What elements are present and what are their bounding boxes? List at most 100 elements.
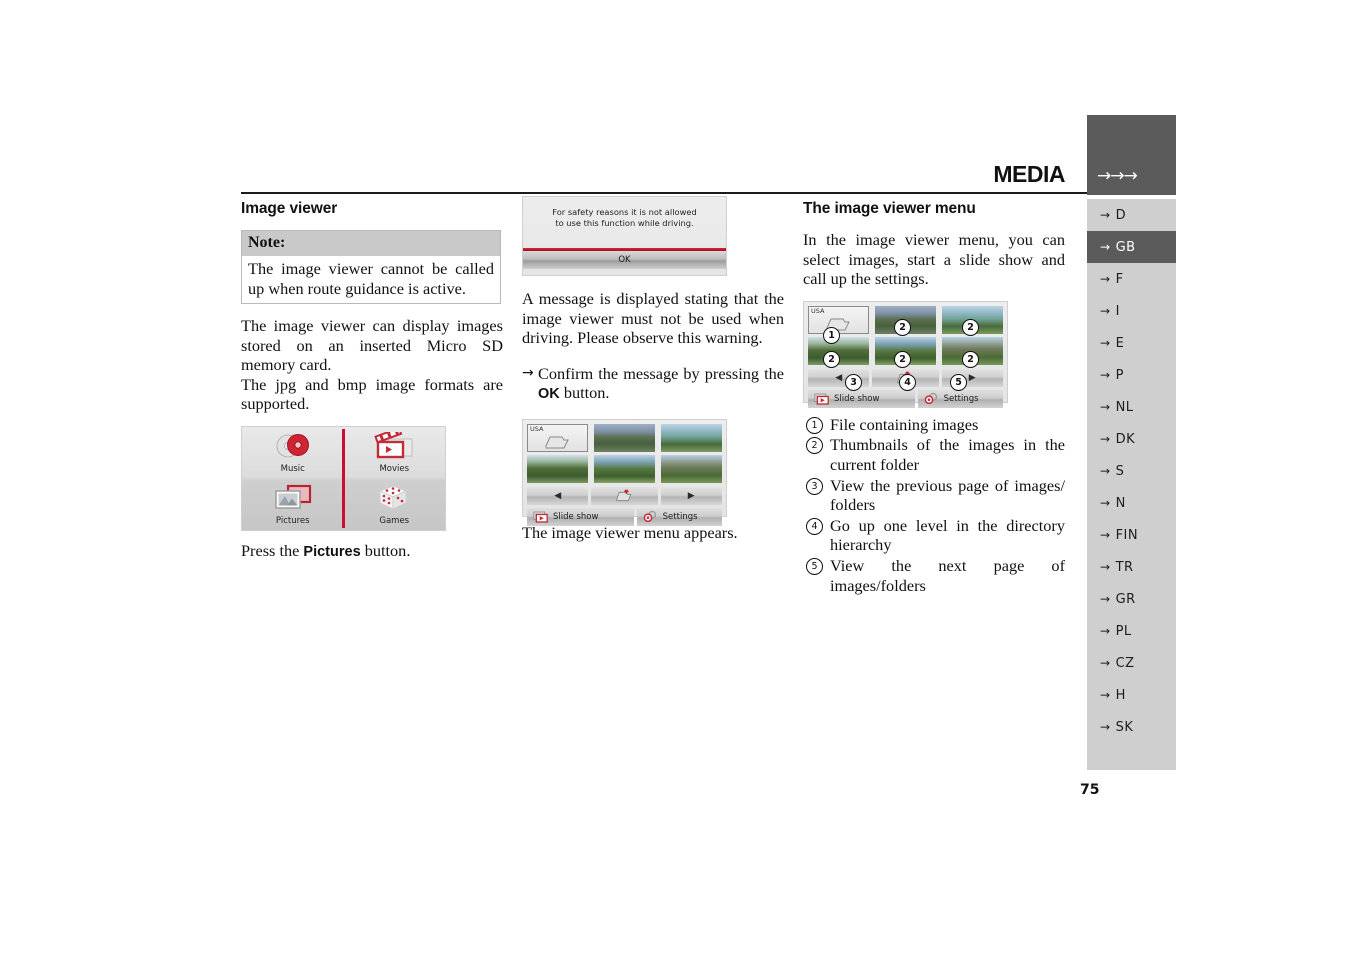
- thumbnail-image[interactable]: [661, 423, 722, 452]
- media-tile-movies[interactable]: Movies: [344, 427, 446, 479]
- sidebar-item-label: H: [1115, 688, 1126, 703]
- media-tile-pictures[interactable]: Pictures: [242, 478, 344, 530]
- callout-badge-4: 4: [899, 373, 916, 391]
- sidebar-item-s[interactable]: → S: [1087, 455, 1176, 487]
- settings-button[interactable]: Settings: [636, 507, 722, 526]
- sidebar-item-n[interactable]: → N: [1087, 487, 1176, 519]
- sidebar-item-nl[interactable]: → NL: [1087, 391, 1176, 423]
- slide-show-button[interactable]: Slide show: [527, 507, 634, 526]
- note-box: Note: The image viewer cannot be called …: [241, 230, 501, 304]
- sidebar-item-label: GB: [1115, 240, 1136, 255]
- thumbnail-image[interactable]: [527, 454, 588, 483]
- slide-show-label: Slide show: [834, 393, 880, 404]
- arrow-icon: →: [1100, 240, 1111, 254]
- sidebar-item-f[interactable]: → F: [1087, 263, 1176, 295]
- sidebar-item-label: D: [1115, 208, 1127, 223]
- manual-page: MEDIA →→→ → D → GB → F → I → E → P → NL → DK → S …: [0, 0, 1351, 954]
- viewer-nav-row: ◀ ▶: [527, 486, 722, 505]
- folder-tile-usa[interactable]: USA: [527, 423, 588, 452]
- callout-badge-2c: 2: [823, 350, 840, 368]
- triple-arrow-icon: →→→: [1097, 166, 1138, 186]
- legend-item: 1 File containing images: [803, 415, 1065, 435]
- slide-show-label: Slide show: [553, 511, 599, 522]
- page-number: 75: [1080, 782, 1100, 798]
- arrow-icon: →: [1100, 656, 1111, 670]
- settings-label: Settings: [662, 511, 698, 522]
- cd-discs-icon: [242, 427, 344, 465]
- sidebar-item-tr[interactable]: → TR: [1087, 551, 1176, 583]
- settings-button[interactable]: Settings: [917, 389, 1003, 408]
- arrow-icon: →: [1100, 720, 1111, 734]
- sidebar-item-label: PL: [1115, 624, 1132, 639]
- sidebar-item-label: P: [1115, 368, 1124, 383]
- sidebar-item-label: N: [1115, 496, 1126, 511]
- paragraph-press-pictures: Press the Pictures button.: [241, 541, 503, 563]
- callout-badge-2a: 2: [894, 318, 911, 336]
- media-tile-label: Games: [379, 515, 410, 526]
- column-middle: For safety reasons it is not allowed to …: [522, 196, 784, 559]
- language-sidebar: → D → GB → F → I → E → P → NL → DK → S → N → FIN → T…: [1087, 199, 1176, 770]
- media-tile-music[interactable]: Music: [242, 427, 344, 479]
- sidebar-item-gr[interactable]: → GR: [1087, 583, 1176, 615]
- thumbnail-image[interactable]: [594, 454, 655, 483]
- arrow-icon: →: [1100, 592, 1111, 606]
- arrow-icon: →: [1100, 688, 1111, 702]
- legend-number: 2: [806, 437, 823, 455]
- arrow-icon: →: [1100, 368, 1111, 382]
- thumbnail-image[interactable]: [594, 423, 655, 452]
- previous-page-button[interactable]: ◀: [527, 486, 589, 505]
- header-divider: [241, 192, 1087, 194]
- sidebar-item-label: E: [1115, 336, 1125, 351]
- press-suffix: button.: [360, 540, 411, 560]
- arrow-icon: →: [1100, 304, 1111, 318]
- sidebar-item-fin[interactable]: → FIN: [1087, 519, 1176, 551]
- sidebar-item-dk[interactable]: → DK: [1087, 423, 1176, 455]
- arrow-icon: →: [1100, 464, 1111, 478]
- legend-number: 3: [806, 477, 823, 495]
- section-heading-image-viewer: Image viewer: [241, 200, 338, 217]
- paragraph-warning-explained: A message is displayed stating that the …: [522, 289, 784, 348]
- film-clapper-icon: [344, 427, 446, 465]
- media-tile-games[interactable]: Games: [344, 478, 446, 530]
- legend-text: File containing images: [830, 414, 979, 434]
- instruction-confirm-ok: → Confirm the message by pressing the OK…: [522, 364, 784, 405]
- sidebar-item-pl[interactable]: → PL: [1087, 615, 1176, 647]
- callout-badge-3: 3: [845, 373, 862, 391]
- instruction-text-before: Confirm the message by pressing the: [538, 363, 784, 383]
- media-tile-label: Pictures: [275, 515, 310, 526]
- folder-label: USA: [811, 306, 825, 315]
- legend-number: 5: [806, 557, 823, 575]
- settings-gear-icon: [924, 393, 937, 405]
- arrow-icon: →: [1100, 208, 1111, 222]
- legend-text: Thumbnails of the images in the current …: [830, 435, 1065, 474]
- legend-item: 5 View the next page of images/folders: [803, 556, 1065, 595]
- legend-number: 1: [806, 416, 823, 434]
- sidebar-item-label: FIN: [1115, 528, 1139, 543]
- slide-show-button[interactable]: Slide show: [808, 389, 915, 408]
- sidebar-item-label: SK: [1115, 720, 1134, 735]
- sidebar-item-label: S: [1115, 464, 1125, 479]
- thumbnail-image[interactable]: [661, 454, 722, 483]
- folder-up-button[interactable]: [591, 486, 658, 505]
- sidebar-item-label: GR: [1115, 592, 1136, 607]
- legend-item: 3 View the previous page of images/ fold…: [803, 476, 1065, 515]
- media-main-menu-screenshot: Music Movies Pictures Games: [241, 425, 446, 531]
- sidebar-item-d[interactable]: → D: [1087, 199, 1176, 231]
- thumbnail-grid: USA: [527, 423, 722, 483]
- next-page-button[interactable]: ▶: [660, 486, 722, 505]
- callout-badge-1: 1: [823, 326, 840, 344]
- sidebar-item-label: I: [1115, 304, 1120, 319]
- section-heading-viewer-menu: The image viewer menu: [803, 200, 976, 217]
- arrow-icon: →: [1100, 624, 1111, 638]
- sidebar-item-i[interactable]: → I: [1087, 295, 1176, 327]
- folder-tile-usa[interactable]: USA: [808, 305, 869, 334]
- sidebar-item-gb[interactable]: → GB: [1087, 231, 1176, 263]
- sidebar-item-sk[interactable]: → SK: [1087, 711, 1176, 743]
- paragraph-supported-formats: The jpg and bmp image formats are suppor…: [241, 374, 503, 414]
- sidebar-item-cz[interactable]: → CZ: [1087, 647, 1176, 679]
- sidebar-item-e[interactable]: → E: [1087, 327, 1176, 359]
- callout-badge-2b: 2: [962, 318, 979, 336]
- ok-button[interactable]: OK: [523, 251, 726, 269]
- sidebar-item-h[interactable]: → H: [1087, 679, 1176, 711]
- sidebar-item-p[interactable]: → P: [1087, 359, 1176, 391]
